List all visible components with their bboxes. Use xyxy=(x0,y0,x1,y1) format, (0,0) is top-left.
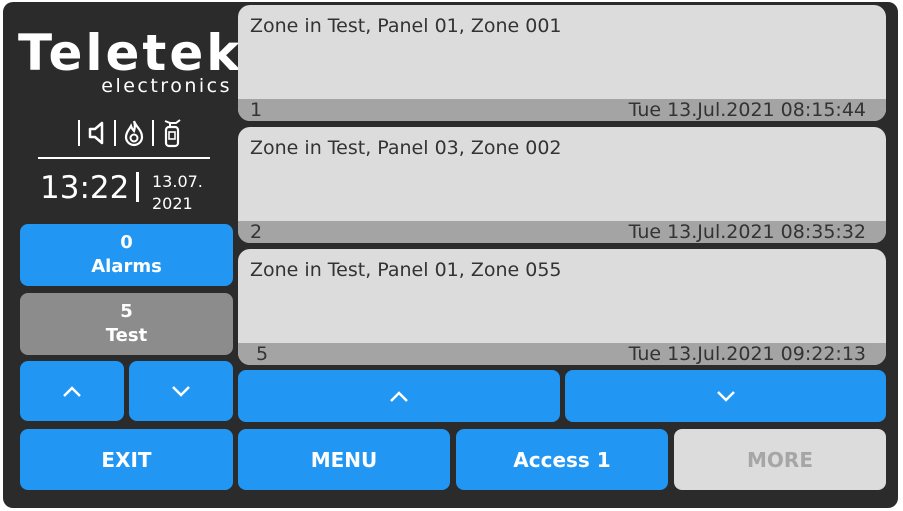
exit-button[interactable]: EXIT xyxy=(20,429,233,490)
event-text: Zone in Test, Panel 01, Zone 055 xyxy=(250,259,562,281)
event-text: Zone in Test, Panel 03, Zone 002 xyxy=(250,137,562,159)
access-button[interactable]: Access 1 xyxy=(456,429,668,490)
icon-separator xyxy=(152,120,154,146)
date-line2: 2021 xyxy=(152,194,193,213)
fire-icon xyxy=(122,119,146,147)
date-line1: 13.07. xyxy=(152,172,203,191)
chevron-up-icon xyxy=(63,386,81,397)
chevron-up-icon xyxy=(390,391,408,402)
test-button[interactable]: 5 Test xyxy=(20,293,233,355)
menu-button[interactable]: MENU xyxy=(238,429,450,490)
event-scroll-up-button[interactable] xyxy=(238,370,560,422)
event-text: Zone in Test, Panel 01, Zone 001 xyxy=(250,15,562,37)
logo-brand: Teletek xyxy=(18,24,243,82)
alarms-count: 0 xyxy=(120,232,133,253)
left-scroll-up-button[interactable] xyxy=(20,361,124,421)
speaker-icon xyxy=(86,120,108,146)
extinguisher-icon xyxy=(160,118,184,148)
teletek-logo: Teletek electronics xyxy=(18,24,243,96)
event-timestamp: Tue 13.Jul.2021 08:35:32 xyxy=(628,221,866,243)
more-button[interactable]: MORE xyxy=(674,429,886,490)
event-item[interactable]: Zone in Test, Panel 03, Zone 002 2 Tue 1… xyxy=(238,127,886,243)
clock-separator xyxy=(136,172,139,202)
chevron-down-icon xyxy=(172,386,190,397)
test-label: Test xyxy=(105,325,148,346)
alarms-button[interactable]: 0 Alarms xyxy=(20,224,233,286)
event-number: 2 xyxy=(250,221,263,243)
event-timestamp: Tue 13.Jul.2021 08:15:44 xyxy=(628,99,866,121)
icon-separator xyxy=(114,120,116,146)
event-number: 1 xyxy=(250,99,263,121)
event-timestamp: Tue 13.Jul.2021 09:22:13 xyxy=(628,343,866,365)
clock-date: 13.07. 2021 xyxy=(152,171,203,215)
event-item[interactable]: Zone in Test, Panel 01, Zone 001 1 Tue 1… xyxy=(238,5,886,121)
left-scroll-down-button[interactable] xyxy=(129,361,233,421)
chevron-down-icon xyxy=(716,391,735,402)
event-scroll-down-button[interactable] xyxy=(565,370,886,422)
event-number: 5 xyxy=(256,343,269,365)
event-item[interactable]: Zone in Test, Panel 01, Zone 055 5 Tue 1… xyxy=(238,249,886,365)
test-count: 5 xyxy=(120,301,133,322)
icon-separator xyxy=(78,120,80,146)
clock-time: 13:22 xyxy=(40,170,130,206)
divider xyxy=(38,157,210,159)
status-icons xyxy=(72,116,222,150)
alarms-label: Alarms xyxy=(91,256,162,277)
